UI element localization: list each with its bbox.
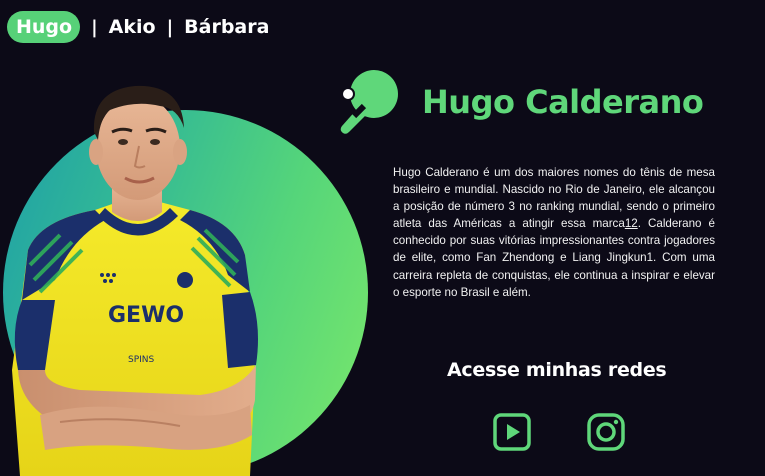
nav-item-barbara[interactable]: Bárbara bbox=[184, 11, 269, 43]
title-row: Hugo Calderano bbox=[336, 68, 704, 136]
nav-separator: | bbox=[91, 16, 98, 38]
instagram-icon bbox=[587, 413, 625, 451]
social-title: Acesse minhas redes bbox=[447, 359, 667, 381]
nav-separator: | bbox=[166, 16, 174, 38]
bio-reference-link[interactable]: 12 bbox=[625, 217, 638, 230]
bio-paragraph: Hugo Calderano é um dos maiores nomes do… bbox=[393, 164, 715, 301]
jersey-sponsor: SPINS bbox=[128, 355, 155, 365]
instagram-link[interactable] bbox=[586, 412, 626, 452]
youtube-link[interactable] bbox=[492, 412, 532, 452]
top-nav: Hugo | Akio | Bárbara bbox=[7, 10, 269, 44]
page: Hugo | Akio | Bárbara GEWO SPINS Hugo Ca… bbox=[0, 0, 765, 476]
jersey-brand: GEWO bbox=[108, 303, 184, 328]
youtube-icon bbox=[493, 413, 531, 451]
page-title: Hugo Calderano bbox=[422, 83, 704, 121]
player-photo: GEWO SPINS bbox=[12, 85, 258, 476]
nav-item-akio[interactable]: Akio bbox=[109, 11, 156, 43]
nav-item-hugo[interactable]: Hugo bbox=[7, 11, 81, 43]
ping-pong-paddle-icon bbox=[340, 70, 398, 134]
